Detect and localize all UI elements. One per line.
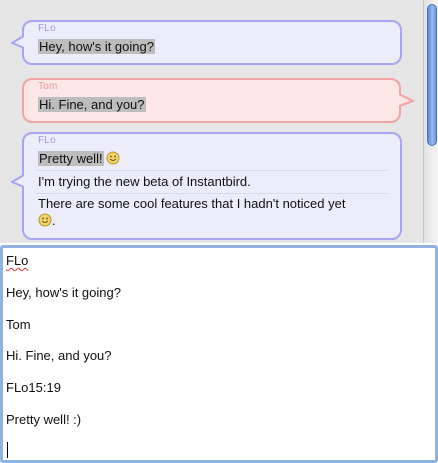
bubble-tail-icon <box>11 174 24 188</box>
input-text-line: Pretty well! :) <box>6 412 82 427</box>
smiley-emoticon-icon <box>38 213 52 227</box>
message-sender: FLo <box>38 135 56 146</box>
message-text: . <box>38 212 56 229</box>
input-text-line: Hey, how's it going? <box>6 285 121 300</box>
conversation-scrollbar[interactable] <box>423 0 438 243</box>
message-text: There are some cool features that I hadn… <box>38 196 346 211</box>
bubble-tail-icon <box>11 35 24 49</box>
message-separator <box>36 170 388 171</box>
message-text: Hey, how's it going? <box>38 39 155 54</box>
input-text-line: FLo15:19 <box>6 380 61 395</box>
conversation-pane[interactable]: FLo Hey, how's it going? Tom Hi. Fine, a… <box>0 0 438 243</box>
message-bubble-flo-2: FLo Pretty well! I'm trying the new beta… <box>11 132 402 240</box>
message-input[interactable]: FLo Hey, how's it going? Tom Hi. Fine, a… <box>0 245 438 463</box>
bubble-tail-icon <box>399 93 414 107</box>
scrollbar-thumb[interactable] <box>427 4 437 146</box>
message-text: Pretty well! <box>38 150 120 167</box>
message-sender: FLo <box>38 23 56 34</box>
message-sender: Tom <box>38 81 58 92</box>
text-caret <box>7 442 8 458</box>
message-separator <box>36 193 388 194</box>
message-text: I'm trying the new beta of Instantbird. <box>38 174 251 189</box>
input-text-line: Hi. Fine, and you? <box>6 348 112 363</box>
input-text-line: Tom <box>6 317 31 332</box>
message-bubble-flo-1: FLo Hey, how's it going? <box>11 20 402 65</box>
smiley-emoticon-icon <box>106 151 120 165</box>
message-bubble-tom: Tom Hi. Fine, and you? <box>22 78 414 123</box>
message-text: Hi. Fine, and you? <box>38 97 146 112</box>
input-text-line: FLo <box>6 253 29 268</box>
